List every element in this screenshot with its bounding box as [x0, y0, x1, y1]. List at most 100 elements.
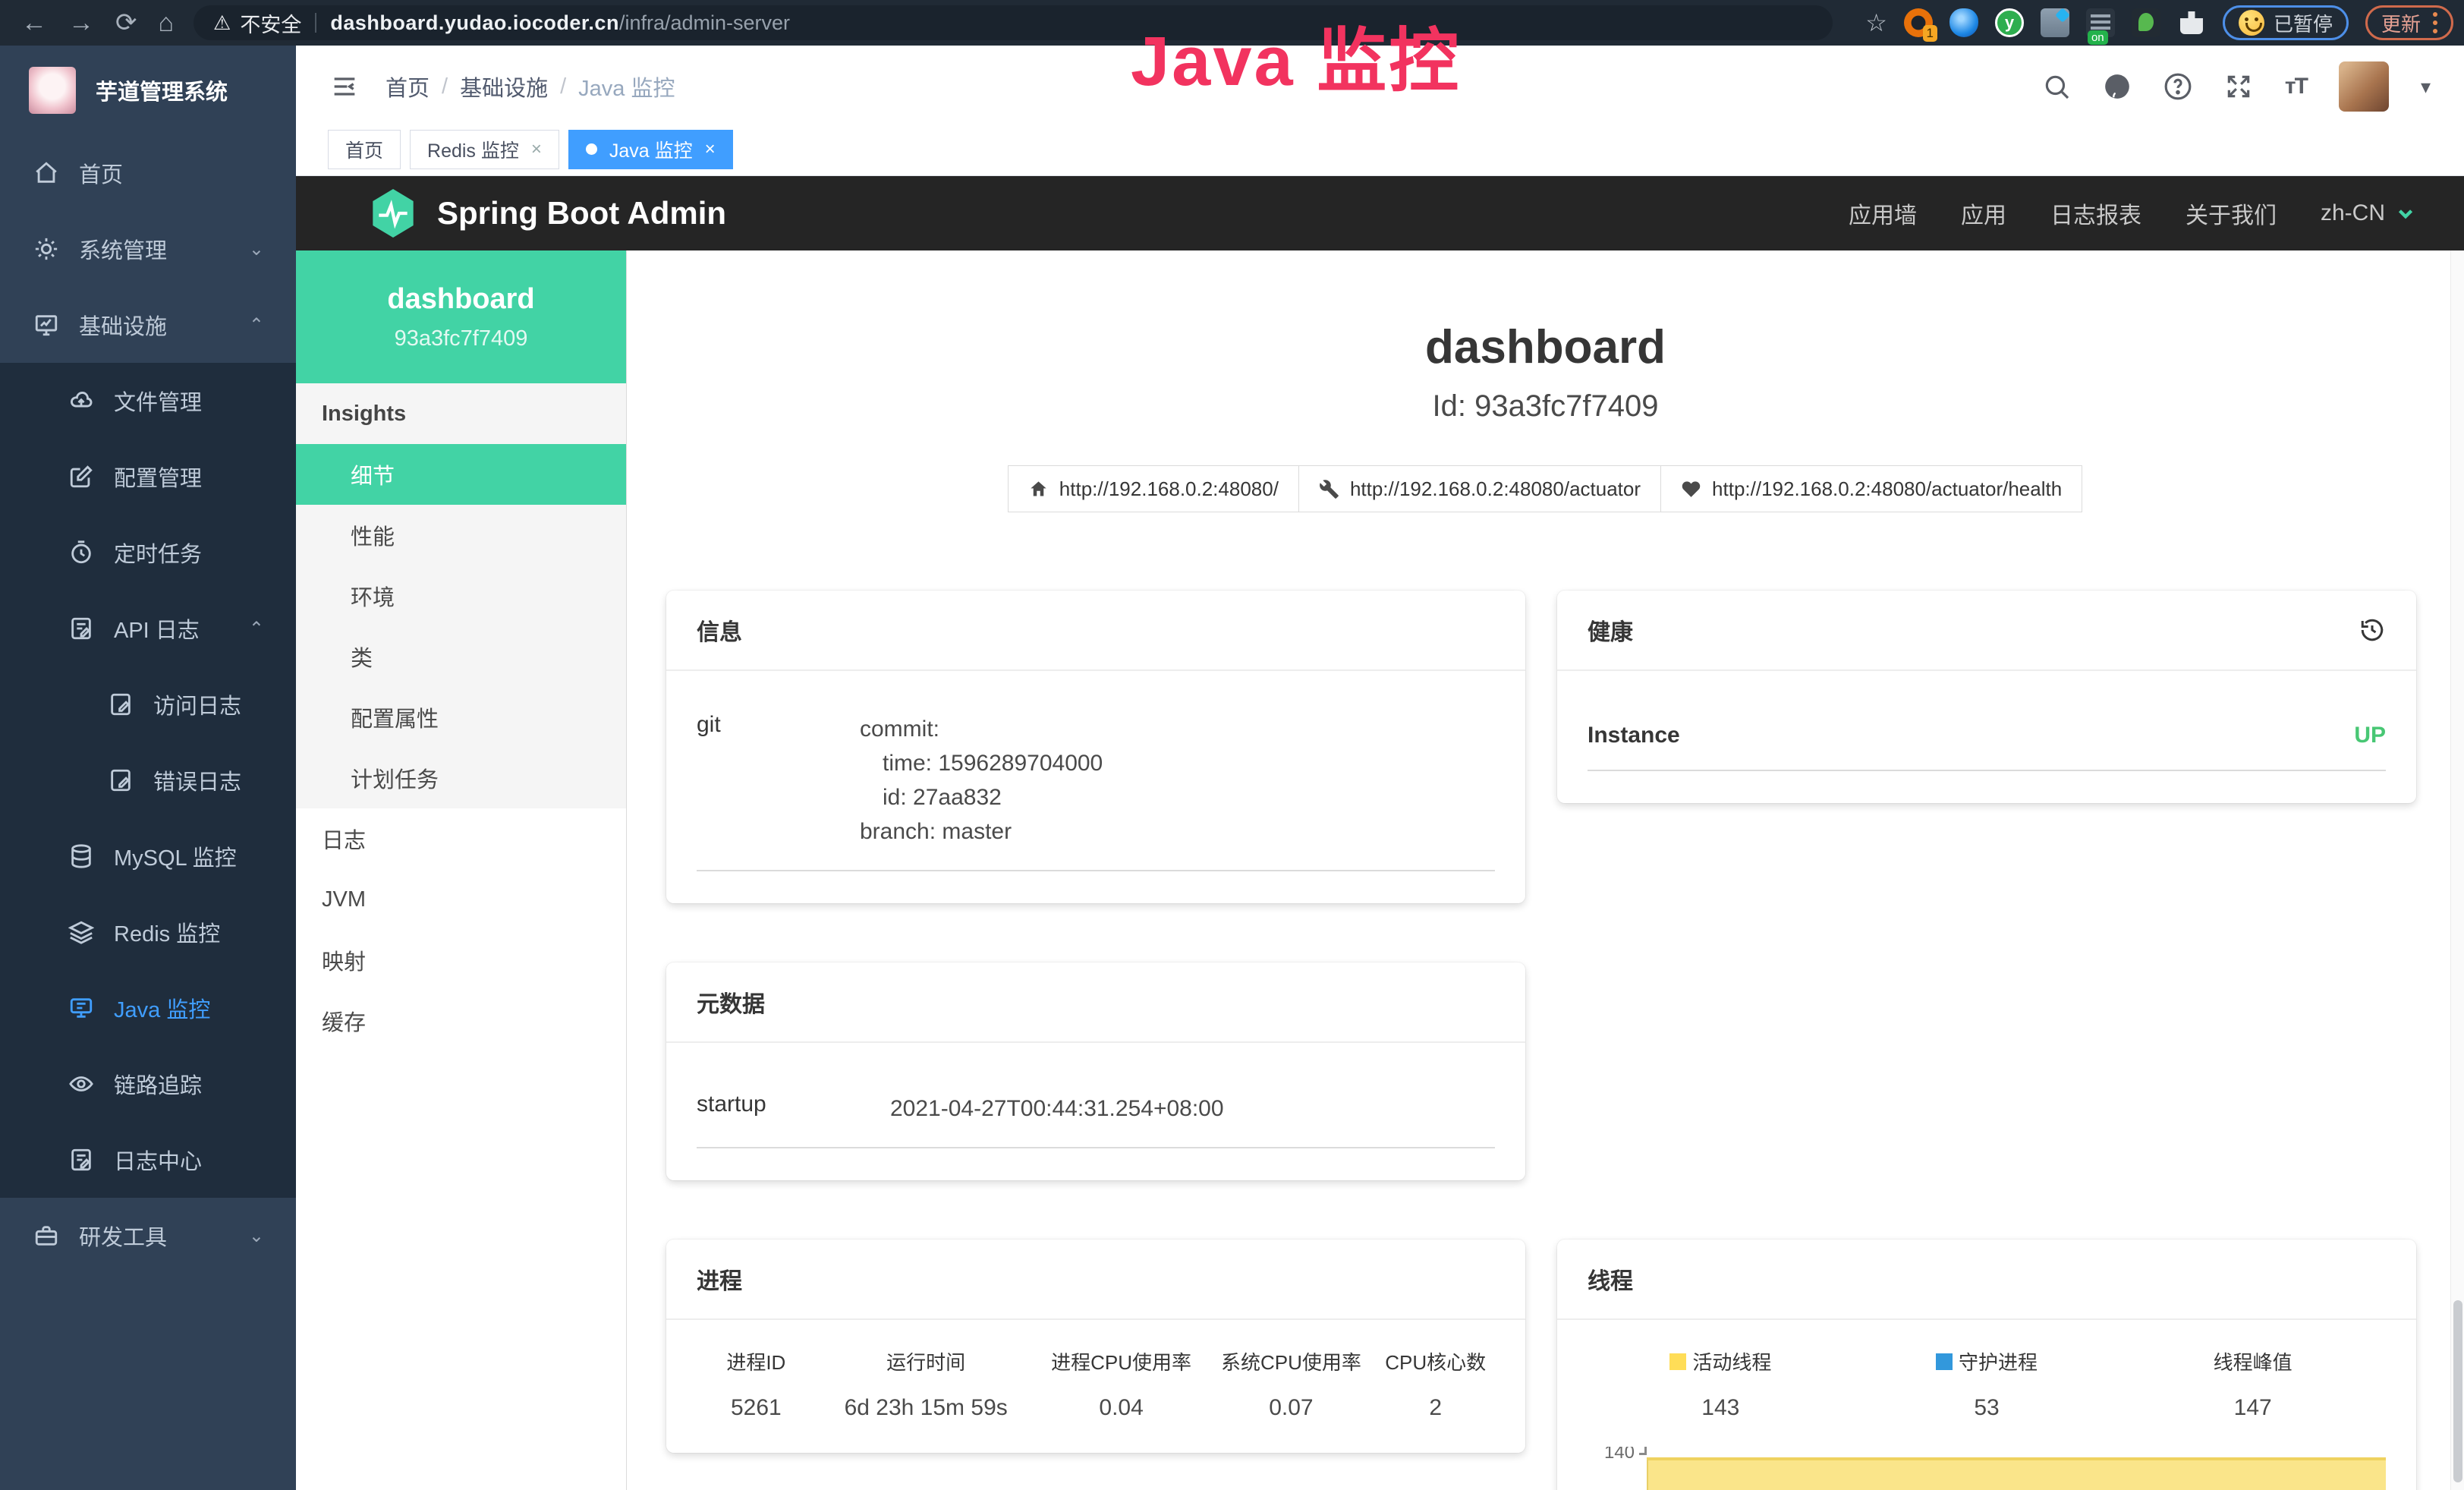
sba-header: Spring Boot Admin 应用墙 应用 日志报表 关于我们 zh-CN [296, 176, 2464, 250]
actuator-url-link[interactable]: http://192.168.0.2:48080/actuator [1298, 465, 1661, 512]
service-url-link[interactable]: http://192.168.0.2:48080/ [1008, 465, 1299, 512]
sidebar-item-home[interactable]: 首页 [0, 135, 296, 211]
tab-home[interactable]: 首页 [328, 130, 401, 169]
sba-item-mappings[interactable]: 映射 [296, 930, 626, 991]
browser-menu-icon[interactable] [2433, 12, 2437, 33]
sidebar-item-infrastructure[interactable]: 基础设施 ⌃ [0, 287, 296, 363]
close-icon[interactable]: × [705, 139, 716, 160]
avatar[interactable] [2339, 61, 2389, 112]
collapse-menu-icon[interactable] [329, 71, 360, 102]
sidebar-item-redis-monitor[interactable]: Redis 监控 [0, 894, 296, 970]
sba-nav-journal[interactable]: 日志报表 [2050, 197, 2141, 230]
home-icon [1028, 479, 1049, 499]
health-url-link[interactable]: http://192.168.0.2:48080/actuator/health [1660, 465, 2082, 512]
instance-links: http://192.168.0.2:48080/ http://192.168… [627, 465, 2464, 512]
extensions-puzzle-icon[interactable] [2177, 8, 2206, 37]
chevron-up-icon: ⌃ [249, 314, 264, 336]
language-select[interactable]: zh-CN [2321, 200, 2415, 226]
sba-item-logs[interactable]: 日志 [296, 808, 626, 869]
git-key: git [697, 712, 860, 849]
git-row: git commit: time: 1596289704000 id: 27aa… [697, 712, 1495, 871]
paused-label: 已暂停 [2274, 9, 2333, 37]
database-icon [68, 843, 94, 869]
brand-row: 芋道管理系统 [0, 46, 296, 135]
chevron-down-icon: ⌄ [249, 1225, 264, 1247]
extension-green-icon[interactable]: y [1995, 8, 2024, 37]
log-edit-icon [108, 691, 134, 717]
sidebar-item-config-management[interactable]: 配置管理 [0, 439, 296, 515]
tab-java-monitor[interactable]: Java 监控 × [568, 130, 733, 169]
github-icon[interactable] [2103, 72, 2132, 101]
history-icon[interactable] [2359, 616, 2386, 644]
sidebar-item-mysql-monitor[interactable]: MySQL 监控 [0, 818, 296, 894]
process-table: 进程ID5261 运行时间6d 23h 15m 59s 进程CPU使用率0.04… [697, 1347, 1495, 1421]
scrollbar[interactable] [2450, 250, 2464, 1490]
paused-badge[interactable]: 已暂停 [2223, 5, 2349, 40]
live-threads-swatch [1669, 1353, 1686, 1370]
metadata-card: 元数据 startup 2021-04-27T00:44:31.254+08:0… [666, 962, 1525, 1180]
daemon-threads-swatch [1936, 1353, 1953, 1370]
header-actions: тT ▾ [2042, 61, 2431, 112]
startup-row: startup 2021-04-27T00:44:31.254+08:00 [697, 1092, 1495, 1148]
security-label[interactable]: 不安全 [240, 8, 301, 38]
breadcrumb-infrastructure[interactable]: 基础设施 [460, 71, 548, 102]
sba-app-name: dashboard [387, 283, 534, 316]
sidebar-item-api-logs[interactable]: API 日志 ⌃ [0, 591, 296, 666]
sba-content: dashboard 93a3fc7f7409 Insights 细节 性能 环境… [296, 250, 2464, 1490]
sba-item-caches[interactable]: 缓存 [296, 991, 626, 1051]
sba-item-environment[interactable]: 环境 [296, 565, 626, 626]
emoji-face-icon [2239, 10, 2264, 36]
sidebar-item-java-monitor[interactable]: Java 监控 [0, 970, 296, 1046]
log-edit-icon [68, 1147, 94, 1173]
extension-pin-icon[interactable] [1949, 8, 1978, 37]
tab-redis-monitor[interactable]: Redis 监控 × [410, 130, 559, 169]
help-icon[interactable] [2163, 72, 2192, 101]
sba-nav-about[interactable]: 关于我们 [2186, 197, 2277, 230]
sba-item-jvm[interactable]: JVM [296, 869, 626, 930]
url-path: /infra/admin-server [619, 11, 790, 35]
forward-icon[interactable]: → [68, 8, 94, 38]
sba-item-classes[interactable]: 类 [296, 626, 626, 687]
sidebar-item-system[interactable]: 系统管理 ⌄ [0, 211, 296, 287]
sba-nav-applications[interactable]: 应用 [1961, 197, 2006, 230]
sidebar-item-access-logs[interactable]: 访问日志 [0, 666, 296, 742]
extension-orange-icon[interactable]: 1 [1904, 8, 1933, 37]
caret-down-icon[interactable]: ▾ [2421, 75, 2431, 99]
address-bar[interactable]: ⚠ 不安全 dashboard.yudao.iocoder.cn/infra/a… [194, 5, 1833, 40]
monitor-chart-icon [33, 312, 59, 338]
sba-item-metrics[interactable]: 性能 [296, 505, 626, 565]
cloud-upload-icon [68, 388, 94, 414]
reload-icon[interactable]: ⟳ [115, 8, 137, 38]
sba-item-config-props[interactable]: 配置属性 [296, 687, 626, 748]
live-threads-value: 143 [1588, 1395, 1854, 1421]
sba-instance-header[interactable]: dashboard 93a3fc7f7409 [296, 250, 626, 383]
fullscreen-icon[interactable] [2224, 72, 2253, 101]
sba-brand[interactable]: Spring Boot Admin [369, 187, 726, 240]
threads-legend: 活动线程 143 守护进程 53 线程峰值 14 [1588, 1347, 2386, 1421]
on-badge: on [2088, 30, 2108, 45]
sidebar-item-scheduled-tasks[interactable]: 定时任务 [0, 515, 296, 591]
breadcrumb-home[interactable]: 首页 [385, 71, 430, 102]
timer-icon [68, 540, 94, 565]
card-title: 元数据 [697, 985, 765, 1019]
home-icon[interactable]: ⌂ [159, 8, 175, 38]
sba-item-scheduled[interactable]: 计划任务 [296, 748, 626, 808]
close-icon[interactable]: × [531, 139, 542, 160]
font-size-icon[interactable]: тT [2285, 74, 2307, 99]
sba-item-details[interactable]: 细节 [296, 444, 626, 505]
sidebar-item-file-management[interactable]: 文件管理 [0, 363, 296, 439]
sidebar-item-error-logs[interactable]: 错误日志 [0, 742, 296, 818]
back-icon[interactable]: ← [21, 8, 47, 38]
sidebar-item-tracing[interactable]: 链路追踪 [0, 1046, 296, 1122]
sidebar-item-dev-tools[interactable]: 研发工具 ⌄ [0, 1198, 296, 1274]
extension-switch-icon[interactable]: on [2086, 8, 2115, 37]
search-icon[interactable] [2042, 72, 2071, 101]
extension-leaf-icon[interactable] [2132, 8, 2160, 37]
sba-instance-id: 93a3fc7f7409 [395, 326, 528, 351]
update-button[interactable]: 更新 [2365, 5, 2453, 40]
sba-nav-wallboard[interactable]: 应用墙 [1849, 197, 1917, 230]
bookmark-star-icon[interactable]: ☆ [1865, 8, 1887, 37]
extension-grid-icon[interactable] [2041, 8, 2069, 37]
scrollbar-thumb[interactable] [2453, 1300, 2462, 1482]
sidebar-item-log-center[interactable]: 日志中心 [0, 1122, 296, 1198]
